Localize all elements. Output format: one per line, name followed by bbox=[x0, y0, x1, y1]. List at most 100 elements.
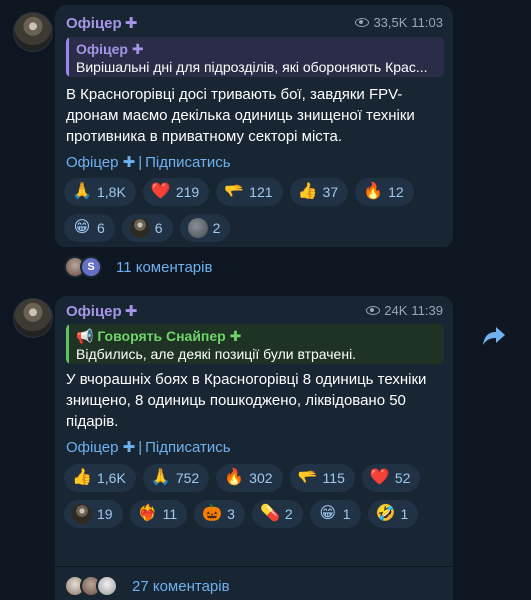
reaction-emoji-icon: 🔥 bbox=[224, 469, 245, 486]
reaction-chip[interactable]: 👍 37 bbox=[289, 178, 349, 206]
commenter-avatar: S bbox=[80, 256, 102, 278]
subscribe-link[interactable]: Підписатись bbox=[145, 439, 230, 456]
reaction-chip[interactable]: ❤️‍🔥 11 bbox=[129, 500, 188, 528]
custom-avatar-emoji-icon bbox=[72, 504, 92, 524]
post-signature[interactable]: Офіцер ✚ | Підписатись bbox=[66, 438, 231, 456]
reaction-chip[interactable]: 😁 6 bbox=[64, 214, 115, 242]
forward-quote[interactable]: 📢 Говорять Снайпер ✚ Відбились, але деяк… bbox=[66, 324, 444, 364]
reaction-emoji-icon: 🙏 bbox=[150, 469, 171, 486]
reaction-count: 2 bbox=[284, 506, 293, 522]
post-bubble: Офіцер ✚ 33,5K 11:03 Офіцер ✚ Вирішальні … bbox=[55, 5, 453, 248]
signature-name[interactable]: Офіцер bbox=[66, 439, 118, 456]
comments-link[interactable]: 27 коментарів bbox=[55, 567, 453, 600]
reaction-emoji-icon: 🤣 bbox=[375, 505, 396, 522]
reaction-chip[interactable]: 🫳 121 bbox=[216, 178, 283, 206]
comments-link[interactable]: S 11 коментарів bbox=[55, 248, 453, 286]
reaction-chip[interactable]: 😁 1 bbox=[309, 500, 361, 528]
reaction-count: 6 bbox=[154, 220, 163, 236]
reaction-emoji-icon: 👍 bbox=[297, 183, 318, 200]
reaction-emoji-icon: 👍 bbox=[72, 469, 92, 486]
post-signature[interactable]: Офіцер ✚ | Підписатись bbox=[66, 153, 231, 171]
reaction-chip[interactable]: 19 bbox=[64, 500, 123, 528]
quote-text: Вирішальні дні для підрозділів, які обор… bbox=[76, 59, 428, 75]
reaction-chip[interactable]: 🙏 1,8K bbox=[64, 178, 136, 206]
reactions-bar: 👍 1,6K 🙏 752 🔥 302 🫳 115 ❤️ 52 19 ❤️‍🔥 11 🎃 3 💊 2 😁 1 🤣 1 bbox=[64, 464, 447, 528]
reaction-count: 2 bbox=[212, 220, 221, 236]
reaction-emoji-icon: ❤️ bbox=[369, 469, 390, 486]
channel-avatar[interactable] bbox=[13, 12, 53, 52]
reaction-chip[interactable]: 🫳 115 bbox=[289, 464, 355, 492]
post-author[interactable]: Офіцер ✚ bbox=[66, 302, 137, 320]
post-time: 11:39 bbox=[411, 303, 443, 318]
subscribe-link[interactable]: Підписатись bbox=[145, 154, 230, 171]
post-author[interactable]: Офіцер ✚ bbox=[66, 14, 137, 32]
reaction-emoji-icon: 🫳 bbox=[224, 183, 245, 200]
reaction-chip[interactable]: 🙏 752 bbox=[142, 464, 210, 492]
reaction-emoji-icon: 🎃 bbox=[202, 505, 223, 522]
reaction-emoji-icon: 💊 bbox=[259, 505, 280, 522]
reaction-count: 12 bbox=[388, 184, 404, 200]
comments-count[interactable]: 27 коментарів bbox=[132, 578, 230, 595]
plus-icon: ✚ bbox=[122, 154, 136, 171]
reaction-chip[interactable]: 🤣 1 bbox=[367, 500, 419, 528]
views-icon bbox=[355, 18, 370, 27]
reactions-bar: 🙏 1,8K ❤️ 219 🫳 121 👍 37 🔥 12 😁 6 6 2 bbox=[64, 178, 447, 242]
author-name: Офіцер bbox=[66, 15, 122, 32]
views-count: 24K bbox=[384, 303, 408, 318]
reaction-count: 11 bbox=[162, 506, 178, 522]
reaction-chip[interactable]: ❤️ 219 bbox=[142, 178, 210, 206]
verified-icon: ✚ bbox=[124, 15, 138, 32]
reaction-emoji-icon: 🔥 bbox=[363, 183, 384, 200]
post-meta: 24K 11:39 bbox=[366, 303, 443, 318]
reaction-chip[interactable]: 🎃 3 bbox=[194, 500, 245, 528]
reaction-count: 1 bbox=[400, 506, 409, 522]
reaction-count: 19 bbox=[97, 506, 113, 522]
post-text: В Красногорівці досі тривають бої, завдя… bbox=[66, 86, 415, 145]
reaction-count: 752 bbox=[175, 470, 200, 486]
views-icon bbox=[366, 306, 381, 315]
reaction-emoji-icon: 🙏 bbox=[72, 183, 92, 200]
reaction-emoji-icon: 😁 bbox=[73, 219, 91, 236]
custom-avatar-emoji-icon bbox=[129, 218, 150, 238]
reaction-count: 6 bbox=[97, 220, 105, 236]
reaction-chip[interactable]: 🔥 12 bbox=[355, 178, 414, 206]
plus-icon: ✚ bbox=[122, 439, 136, 456]
reaction-chip[interactable]: 💊 2 bbox=[251, 500, 303, 528]
reaction-emoji-icon: 😁 bbox=[319, 505, 337, 522]
reaction-count: 219 bbox=[175, 184, 200, 200]
reaction-emoji-icon: ❤️ bbox=[150, 183, 171, 200]
reply-quote[interactable]: Офіцер ✚ Вирішальні дні для підрозділів,… bbox=[66, 37, 444, 77]
views-count: 33,5K bbox=[373, 15, 408, 30]
commenter-avatar bbox=[96, 575, 118, 597]
reaction-count: 1,6K bbox=[97, 470, 126, 486]
reaction-chip[interactable]: 🔥 302 bbox=[216, 464, 283, 492]
reaction-chip[interactable]: 6 bbox=[121, 214, 173, 242]
post-text: У вчорашніх боях в Красногорівці 8 одини… bbox=[66, 371, 427, 430]
reaction-count: 37 bbox=[322, 184, 339, 200]
post-time: 11:03 bbox=[411, 15, 443, 30]
post-bubble: Офіцер ✚ 24K 11:39 📢 Говорять Снайпер ✚ В… bbox=[55, 296, 453, 600]
reaction-emoji-icon: 🫳 bbox=[297, 469, 318, 486]
comments-count[interactable]: 11 коментарів bbox=[116, 259, 212, 276]
reaction-emoji-icon: ❤️‍🔥 bbox=[137, 505, 158, 522]
share-icon[interactable] bbox=[482, 325, 506, 347]
reaction-count: 52 bbox=[394, 470, 411, 486]
reaction-chip[interactable]: ❤️ 52 bbox=[361, 464, 421, 492]
reaction-count: 1 bbox=[342, 506, 351, 522]
reaction-chip[interactable]: 2 bbox=[179, 214, 231, 242]
post-meta: 33,5K 11:03 bbox=[355, 15, 443, 30]
quote-author: Офіцер ✚ bbox=[76, 41, 144, 57]
reaction-count: 121 bbox=[249, 184, 273, 200]
reaction-chip[interactable]: 👍 1,6K bbox=[64, 464, 136, 492]
reaction-count: 1,8K bbox=[97, 184, 126, 200]
verified-icon: ✚ bbox=[124, 303, 138, 320]
author-name: Офіцер bbox=[66, 303, 122, 320]
custom-ball-emoji-icon bbox=[187, 218, 208, 238]
quote-author: 📢 Говорять Снайпер ✚ bbox=[76, 328, 242, 344]
signature-name[interactable]: Офіцер bbox=[66, 154, 118, 171]
reaction-count: 302 bbox=[249, 470, 273, 486]
reaction-count: 3 bbox=[227, 506, 235, 522]
channel-avatar[interactable] bbox=[13, 298, 53, 338]
reaction-count: 115 bbox=[322, 470, 345, 486]
quote-text: Відбились, але деякі позиції були втраче… bbox=[76, 346, 357, 362]
